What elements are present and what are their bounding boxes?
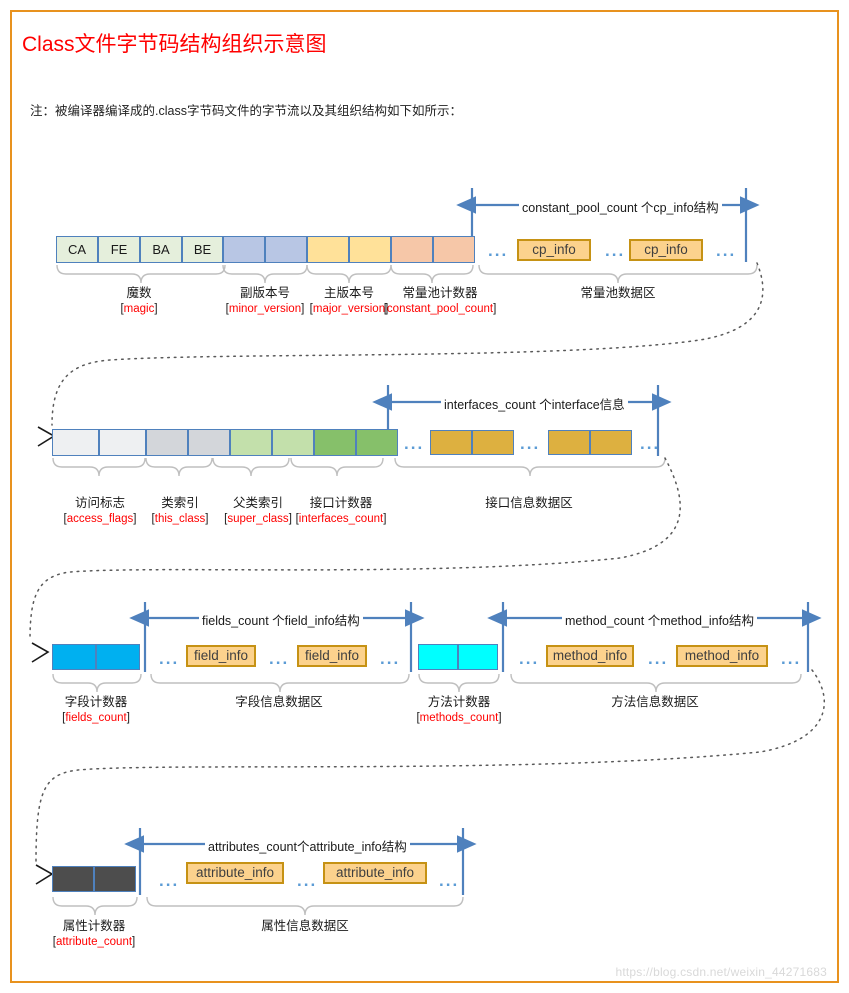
segment-title-methods-count: 方法计数器 [427, 695, 491, 709]
data-area-label-interfaces: 接口信息数据区 [485, 496, 573, 510]
byte-cell-fe: FE [98, 236, 140, 263]
segment-title-attribute-count: 属性计数器 [62, 919, 126, 933]
methods-count-byte-1 [418, 644, 458, 670]
access-flags-byte-1 [52, 429, 99, 456]
cp-count-byte-1 [391, 236, 433, 263]
cp-info-tag-1: cp_info [517, 239, 591, 261]
row3-span-label-fields: fields_count 个field_info结构 [199, 610, 363, 629]
cp-info-tag-2: cp_info [629, 239, 703, 261]
data-area-label-attributes: 属性信息数据区 [261, 919, 349, 933]
row3-span-label-methods: method_count 个method_info结构 [562, 610, 757, 629]
byte-cell-be: BE [182, 236, 223, 263]
minor-version-byte-2 [265, 236, 307, 263]
note-text: 注：被编译器编译成的.class字节码文件的字节流以及其组织结构如下如所示： [30, 104, 462, 118]
segment-title-interfaces-count: 接口计数器 [309, 496, 373, 510]
segment-code-cp-count: [constant_pool_count] [383, 302, 497, 315]
row3-dots-methods-left: ... [519, 649, 540, 668]
attribute-count-byte-2 [94, 866, 136, 892]
row3-dots-methods-right: ... [781, 649, 802, 668]
data-area-label-fields: 字段信息数据区 [235, 695, 323, 709]
segment-title-major-version: 主版本号 [323, 286, 374, 300]
segment-label-magic: 魔数 [magic] [89, 285, 189, 317]
minor-version-byte-1 [223, 236, 265, 263]
segment-code-attribute-count: [attribute_count] [52, 935, 136, 948]
interface-block-1a [430, 430, 472, 455]
page-title: Class文件字节码结构组织示意图 [22, 33, 327, 56]
fields-count-byte-2 [96, 644, 140, 670]
attribute-info-tag-2: attribute_info [323, 862, 427, 884]
row4-dots-mid: ... [297, 871, 318, 890]
row2-span-label: interfaces_count 个interface信息 [441, 394, 628, 413]
segment-code-magic: [magic] [120, 302, 158, 315]
row3-dots-fields-right: ... [380, 649, 401, 668]
segment-title-access-flags: 访问标志 [74, 496, 125, 510]
methods-count-byte-2 [458, 644, 498, 670]
segment-title-fields-count: 字段计数器 [64, 695, 128, 709]
row1-dots-mid: ... [605, 241, 626, 260]
row1-span-label: constant_pool_count 个cp_info结构 [519, 197, 722, 216]
major-version-byte-2 [349, 236, 391, 263]
row1-dots-left: ... [488, 241, 509, 260]
data-area-label-methods: 方法信息数据区 [611, 695, 699, 709]
segment-label-attribute-count: 属性计数器 [attribute_count] [42, 918, 146, 950]
byte-cell-ba: BA [140, 236, 182, 263]
field-info-tag-2: field_info [297, 645, 367, 667]
access-flags-byte-2 [99, 429, 146, 456]
major-version-byte-1 [307, 236, 349, 263]
segment-label-interfaces-count: 接口计数器 [interfaces_count] [288, 495, 394, 527]
row4-dots-left: ... [159, 871, 180, 890]
super-class-byte-2 [272, 429, 314, 456]
watermark-text: https://blog.csdn.net/weixin_44271683 [615, 965, 827, 979]
data-area-label-constant-pool: 常量池数据区 [580, 286, 656, 300]
interfaces-count-byte-1 [314, 429, 356, 456]
row2-dots-mid: ... [520, 434, 541, 453]
segment-label-fields-count: 字段计数器 [fields_count] [46, 694, 146, 726]
row1-dots-right: ... [716, 241, 737, 260]
attribute-info-tag-1: attribute_info [186, 862, 284, 884]
row4-span-label: attributes_count个attribute_info结构 [205, 836, 410, 855]
method-info-tag-2: method_info [676, 645, 768, 667]
row4-dots-right: ... [439, 871, 460, 890]
segment-title-magic: 魔数 [126, 286, 152, 300]
attribute-count-byte-1 [52, 866, 94, 892]
segment-title-cp-count: 常量池计数器 [402, 286, 478, 300]
row2-dots-right: ... [640, 434, 661, 453]
fields-count-byte-1 [52, 644, 96, 670]
interfaces-count-byte-2 [356, 429, 398, 456]
interface-block-2a [548, 430, 590, 455]
interface-block-2b [590, 430, 632, 455]
this-class-byte-2 [188, 429, 230, 456]
interface-block-1b [472, 430, 514, 455]
byte-cell-ca: CA [56, 236, 98, 263]
row3-dots-fields-left: ... [159, 649, 180, 668]
segment-title-this-class: 类索引 [161, 496, 199, 510]
segment-label-cp-count: 常量池计数器 [constant_pool_count] [375, 285, 505, 317]
segment-title-super-class: 父类索引 [232, 496, 283, 510]
row3-dots-fields-mid: ... [269, 649, 290, 668]
segment-code-methods-count: [methods_count] [416, 711, 502, 724]
row3-dots-methods-mid: ... [648, 649, 669, 668]
segment-code-interfaces-count: [interfaces_count] [295, 512, 387, 525]
cp-count-byte-2 [433, 236, 475, 263]
super-class-byte-1 [230, 429, 272, 456]
this-class-byte-1 [146, 429, 188, 456]
segment-code-fields-count: [fields_count] [62, 711, 130, 724]
segment-label-methods-count: 方法计数器 [methods_count] [404, 694, 514, 726]
segment-title-minor-version: 副版本号 [239, 286, 290, 300]
diagram-page: Class文件字节码结构组织示意图 注：被编译器编译成的.class字节码文件的… [0, 0, 849, 993]
row2-dots-left: ... [404, 434, 425, 453]
method-info-tag-1: method_info [546, 645, 634, 667]
field-info-tag-1: field_info [186, 645, 256, 667]
